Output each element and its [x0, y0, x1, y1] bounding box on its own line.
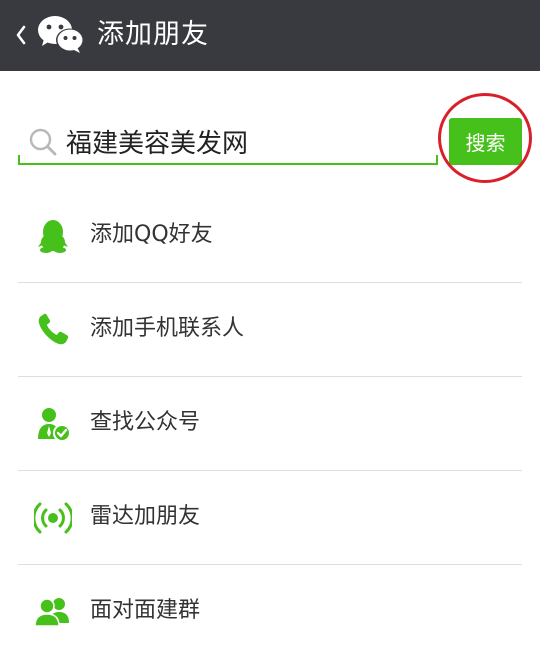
search-icon — [29, 128, 57, 156]
menu-item-label: 添加QQ好友 — [90, 222, 213, 247]
page-title: 添加朋友 — [97, 19, 209, 50]
search-button[interactable]: 搜索 — [449, 118, 522, 165]
qq-penguin-icon — [38, 220, 68, 253]
radar-icon — [34, 502, 72, 534]
phone-icon — [38, 313, 69, 345]
search-section: 搜索 — [0, 71, 540, 191]
menu-item-radar-add-friends[interactable]: 雷达加朋友 — [0, 471, 540, 565]
search-field[interactable] — [18, 119, 438, 165]
back-chevron-icon — [16, 25, 26, 45]
menu-item-face-to-face-group[interactable]: 面对面建群 — [0, 565, 540, 659]
add-friend-menu: 添加QQ好友 添加手机联系人 查找公众号 雷达加朋友 面对面建群 — [0, 189, 540, 659]
menu-item-find-official-account[interactable]: 查找公众号 — [0, 377, 540, 471]
menu-item-add-qq-friend[interactable]: 添加QQ好友 — [0, 189, 540, 283]
menu-item-label: 添加手机联系人 — [90, 316, 245, 341]
search-input[interactable] — [66, 121, 426, 161]
menu-item-label: 雷达加朋友 — [90, 504, 201, 529]
menu-item-add-phone-contacts[interactable]: 添加手机联系人 — [0, 283, 540, 377]
wechat-logo-icon — [38, 16, 84, 53]
group-icon — [34, 598, 69, 627]
official-account-icon — [38, 408, 71, 442]
menu-item-label: 查找公众号 — [90, 410, 201, 435]
back-button[interactable] — [12, 22, 30, 48]
menu-item-label: 面对面建群 — [90, 598, 201, 623]
top-bar: 添加朋友 — [0, 0, 540, 71]
